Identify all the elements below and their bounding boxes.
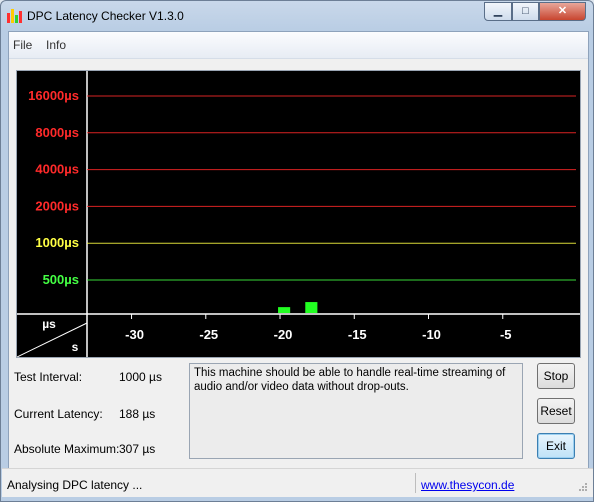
y-tick-label: 2000µs	[35, 198, 79, 213]
client-area: File Info 16000µs 8000µs 4000µs 2000µs 1000µ…	[2, 31, 593, 497]
y-tick-label: 16000µs	[28, 88, 79, 103]
stop-button[interactable]: Stop	[537, 363, 575, 389]
y-tick-label: 4000µs	[35, 162, 79, 177]
window-title: DPC Latency Checker V1.3.0	[27, 9, 184, 23]
current-latency-label: Current Latency:	[14, 407, 103, 421]
exit-button[interactable]: Exit	[537, 433, 575, 459]
close-button[interactable]: ✕	[539, 2, 586, 21]
test-interval-value: 1000 µs	[119, 370, 162, 384]
status-bar: Analysing DPC latency ... www.thesycon.d…	[2, 468, 593, 497]
x-tick-label: -25	[199, 327, 218, 342]
menu-info[interactable]: Info	[46, 38, 66, 52]
result-message: This machine should be able to handle re…	[189, 363, 523, 459]
maximize-button[interactable]: □	[512, 2, 539, 21]
y-unit-label: µs	[42, 317, 56, 331]
website-link[interactable]: www.thesycon.de	[421, 478, 514, 492]
reset-button[interactable]: Reset	[537, 398, 575, 424]
absolute-maximum-label: Absolute Maximum:	[14, 442, 120, 456]
title-bar[interactable]: DPC Latency Checker V1.3.0 ▁ □ ✕	[1, 1, 593, 31]
menu-bar: File Info	[9, 32, 588, 59]
minimize-button[interactable]: ▁	[484, 2, 512, 21]
app-window: DPC Latency Checker V1.3.0 ▁ □ ✕ File In…	[0, 0, 594, 502]
latency-bar	[305, 302, 318, 313]
menu-file[interactable]: File	[13, 38, 32, 52]
x-tick-label: -10	[422, 327, 441, 342]
y-tick-label: 8000µs	[35, 125, 79, 140]
y-tick-label: 1000µs	[35, 235, 79, 250]
y-tick-label: 500µs	[43, 272, 79, 287]
latency-chart: 16000µs 8000µs 4000µs 2000µs 1000µs 500µs -30 -…	[16, 70, 581, 358]
test-interval-label: Test Interval:	[14, 370, 83, 384]
x-tick-label: -20	[274, 327, 293, 342]
resize-grip-icon[interactable]	[578, 482, 588, 492]
status-separator	[415, 473, 416, 493]
x-tick-label: -15	[348, 327, 367, 342]
x-tick-label: -30	[125, 327, 144, 342]
latency-bar	[278, 307, 291, 313]
status-text: Analysing DPC latency ...	[7, 478, 143, 492]
x-tick-label: -5	[500, 327, 512, 342]
latency-chart-svg: 16000µs 8000µs 4000µs 2000µs 1000µs 500µs -30 -…	[17, 71, 580, 357]
absolute-maximum-value: 307 µs	[119, 442, 156, 456]
app-bars-icon	[7, 9, 23, 23]
current-latency-value: 188 µs	[119, 407, 156, 421]
x-unit-label: s	[72, 340, 79, 354]
